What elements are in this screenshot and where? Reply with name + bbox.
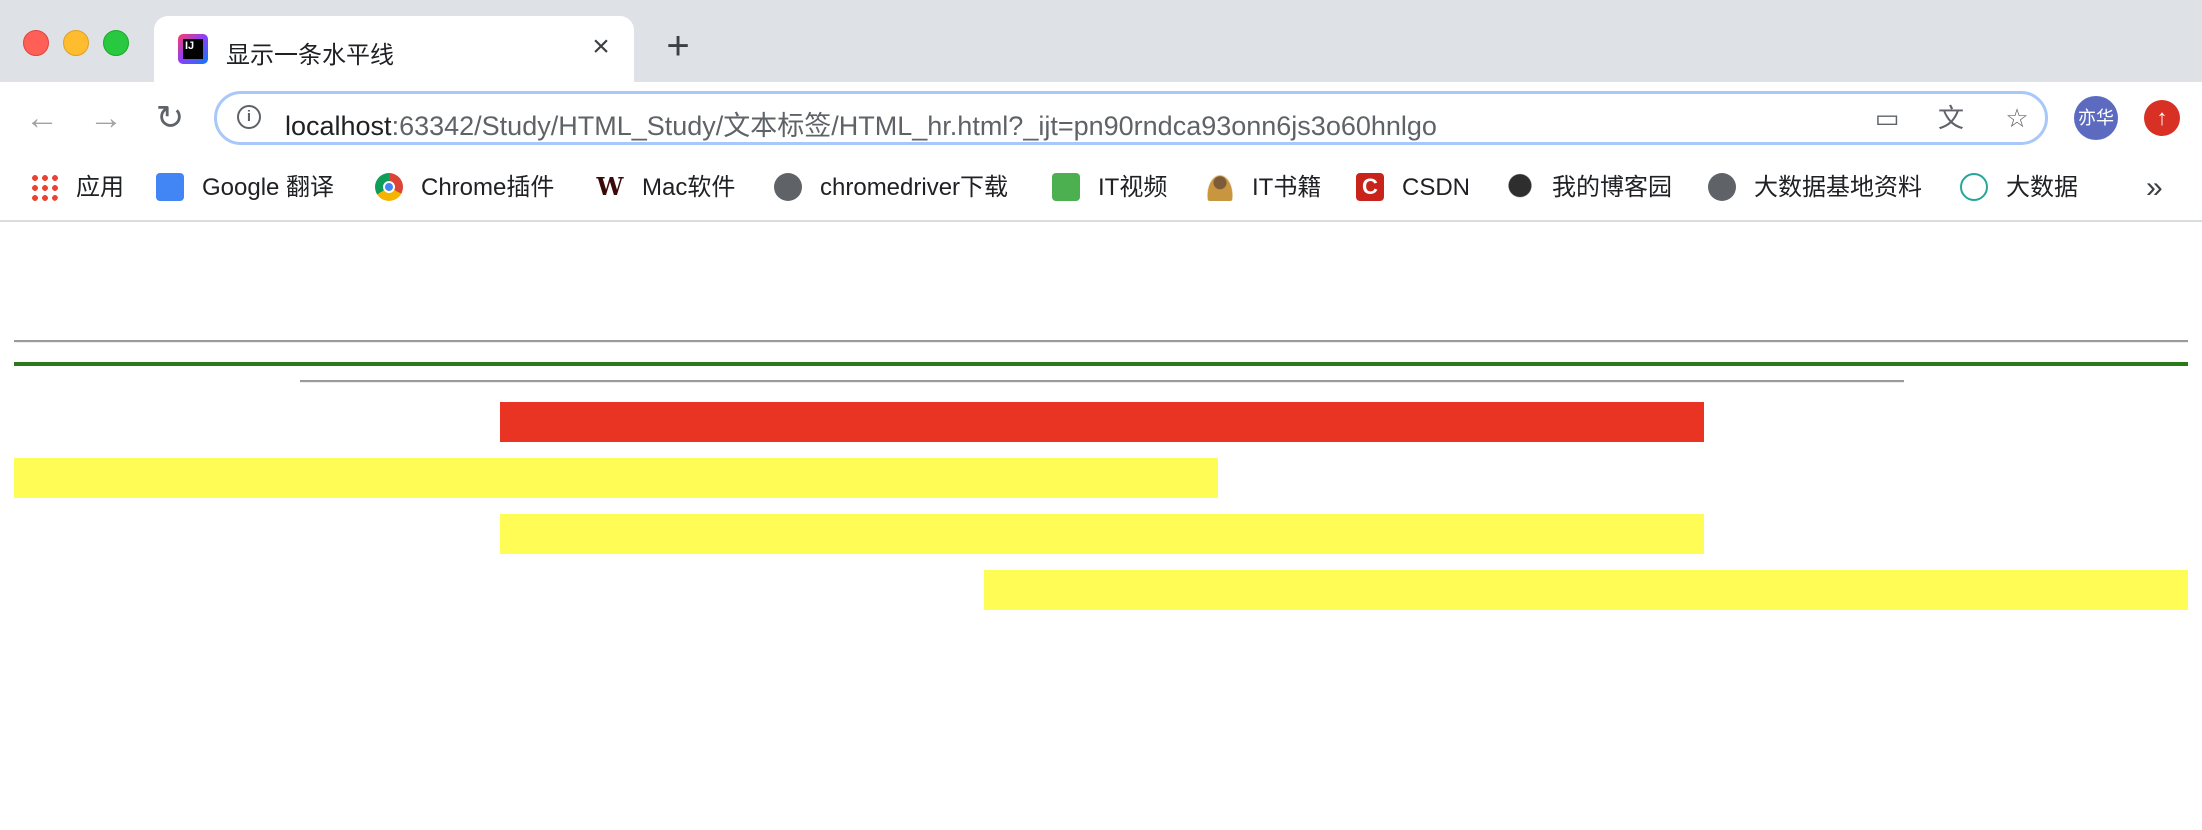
it-book-icon — [1206, 172, 1234, 201]
browser-toolbar: ← → ↻ i localhost:63342/Study/HTML_Study… — [0, 82, 2202, 158]
url-text[interactable]: localhost:63342/Study/HTML_Study/文本标签/HT… — [285, 104, 1437, 143]
intellij-icon — [178, 34, 208, 64]
tab-close-icon[interactable]: × — [586, 32, 616, 62]
bookmark-label: chromedriver下载 — [820, 174, 1009, 201]
bookmark-label: IT视频 — [1098, 174, 1168, 201]
profile-avatar[interactable]: 亦华 — [2074, 96, 2118, 140]
bookmark-bigdata-base[interactable]: 大数据基地资料 — [1708, 168, 1922, 208]
bookmark-apps[interactable]: 应用 — [30, 168, 124, 208]
csdn-icon: C — [1356, 172, 1384, 201]
url-host: localhost — [285, 111, 392, 141]
tab-title: 显示一条水平线 — [226, 42, 394, 69]
horizontal-rule-centered — [300, 380, 1904, 383]
bookmark-star-icon[interactable]: ☆ — [2001, 102, 2033, 134]
site-info-icon[interactable]: i — [237, 105, 261, 129]
bookmark-it-books[interactable]: IT书籍 — [1206, 168, 1321, 208]
horizontal-rule-yellow-left — [14, 458, 1218, 498]
bookmark-label: Mac软件 — [642, 174, 736, 201]
url-path: :63342/Study/HTML_Study/文本标签/HTML_hr.htm… — [391, 111, 1437, 141]
bookmark-label: CSDN — [1402, 174, 1471, 201]
address-bar[interactable]: i localhost:63342/Study/HTML_Study/文本标签/… — [214, 91, 2048, 145]
bookmark-csdn[interactable]: C CSDN — [1356, 168, 1470, 208]
mac-software-icon: W — [596, 171, 624, 201]
bookmark-google-translate[interactable]: Google 翻译 — [156, 168, 334, 208]
window-zoom-button[interactable] — [103, 30, 129, 56]
bookmark-label: 我的博客园 — [1552, 174, 1672, 201]
window-minimize-button[interactable] — [63, 30, 89, 56]
bookmark-label: 大数据 — [2006, 174, 2078, 201]
bookmark-it-video[interactable]: IT视频 — [1052, 168, 1167, 208]
horizontal-rule-red-center — [500, 402, 1704, 442]
window-close-button[interactable] — [23, 30, 49, 56]
bookmark-label: Google 翻译 — [202, 174, 335, 201]
globe-icon — [1708, 172, 1736, 201]
forward-arrow-icon[interactable]: → — [86, 98, 126, 138]
bookmark-chromedriver[interactable]: chromedriver下载 — [774, 168, 1008, 208]
back-arrow-icon[interactable]: ← — [22, 98, 62, 138]
more-bookmarks-chevron-icon[interactable]: » — [2146, 170, 2163, 206]
tab-strip: 显示一条水平线 × + — [0, 0, 2202, 82]
horizontal-rule-yellow-right — [984, 570, 2188, 610]
bookmark-label: Chrome插件 — [421, 174, 555, 201]
horizontal-rule-default — [14, 340, 2188, 343]
google-translate-icon — [156, 172, 184, 201]
bookmark-chrome-plugins[interactable]: Chrome插件 — [375, 168, 554, 208]
chrome-icon — [375, 172, 403, 201]
page-content — [0, 222, 2202, 830]
bookmark-bigdata[interactable]: 大数据 — [1960, 168, 2078, 208]
horizontal-rule-yellow-center — [500, 514, 1704, 554]
bookmark-label: 大数据基地资料 — [1754, 174, 1922, 201]
bookmark-label: 应用 — [76, 174, 124, 201]
reload-icon[interactable]: ↻ — [150, 98, 190, 138]
it-video-icon — [1052, 172, 1080, 201]
bookmark-my-blog[interactable]: 我的博客园 — [1506, 168, 1672, 208]
blog-icon — [1506, 172, 1534, 201]
new-tab-icon[interactable]: + — [660, 26, 696, 66]
bookmarks-bar: 应用 Google 翻译 Chrome插件 W Mac软件 chromedrive… — [0, 158, 2202, 222]
horizontal-rule-green — [14, 362, 2188, 366]
translate-icon[interactable]: 文 — [1935, 102, 1967, 134]
globe-icon — [774, 172, 802, 201]
bookmark-mac-software[interactable]: W Mac软件 — [596, 168, 736, 208]
update-icon[interactable]: ↑ — [2144, 100, 2180, 136]
active-tab[interactable]: 显示一条水平线 × — [154, 16, 634, 82]
apps-grid-icon — [30, 172, 58, 201]
install-app-icon[interactable]: ▭ — [1871, 102, 1903, 134]
network-icon — [1960, 172, 1988, 201]
bookmark-label: IT书籍 — [1252, 174, 1322, 201]
